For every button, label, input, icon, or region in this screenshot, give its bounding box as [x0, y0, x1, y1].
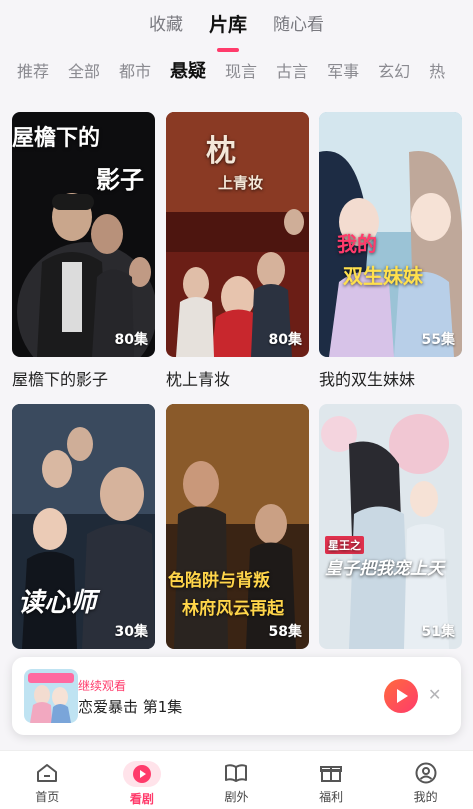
nav-watch[interactable]: 看剧 [95, 751, 190, 809]
genre-tab-suspense[interactable]: 悬疑 [170, 60, 206, 90]
poster-title-text: 皇子把我宠上天 [325, 559, 444, 579]
poster-title-text: 读心师 [18, 588, 97, 618]
genre-tab-military[interactable]: 军事 [327, 60, 359, 90]
drama-title[interactable]: 枕上青妆 [166, 366, 309, 390]
poster-title-text: 林府风云再起 [182, 599, 284, 619]
continue-watching-title[interactable]: 恋爱暴击 第1集 [78, 696, 182, 717]
book-icon [223, 761, 249, 785]
drama-poster[interactable]: 枕 上青妆 80集 [166, 112, 309, 357]
genre-tab-all[interactable]: 全部 [68, 60, 100, 90]
play-icon[interactable] [384, 679, 418, 713]
genre-tab-bar: 推荐 全部 都市 悬疑 现言 古言 军事 玄幻 热 [17, 60, 473, 90]
poster-title-text: 色陷阱与背叛 [168, 571, 270, 591]
poster-title-text: 我的 [337, 232, 377, 256]
drama-title[interactable]: 屋檐下的影子 [12, 366, 155, 390]
nav-profile[interactable]: 我的 [378, 751, 473, 809]
continue-watching-thumbnail[interactable] [24, 669, 78, 723]
episode-count-badge: 55集 [421, 332, 455, 348]
nav-rewards[interactable]: 福利 [284, 751, 379, 809]
episode-count-badge: 58集 [268, 624, 302, 640]
home-icon [34, 761, 60, 785]
user-icon [413, 761, 439, 785]
drama-card[interactable]: 屋檐下的 影子 80集 屋檐下的影子 [12, 112, 155, 390]
genre-tab-modern-romance[interactable]: 现言 [225, 60, 257, 90]
nav-label: 福利 [319, 790, 344, 804]
app-screen: 收藏 片库 随心看 推荐 全部 都市 悬疑 现言 古言 军事 玄幻 热 屋檐下的… [0, 0, 473, 809]
drama-poster[interactable]: 读心师 30集 [12, 404, 155, 649]
poster-title-text: 枕 [206, 134, 236, 169]
nav-label: 看剧 [129, 792, 154, 806]
continue-watching-banner[interactable]: 继续观看 恋爱暴击 第1集 ✕ [12, 657, 461, 735]
drama-card[interactable]: 枕 上青妆 80集 枕上青妆 [166, 112, 309, 390]
drama-card[interactable]: 读心师 30集 [12, 404, 155, 658]
poster-title-text: 双生妹妹 [343, 264, 423, 288]
bottom-navigation: 首页 看剧 剧外 福利 我的 [0, 750, 473, 809]
episode-count-badge: 51集 [421, 624, 455, 640]
genre-tab-recommended[interactable]: 推荐 [17, 60, 49, 90]
episode-count-badge: 80集 [268, 332, 302, 348]
drama-card[interactable]: 我的 双生妹妹 55集 我的双生妹妹 [319, 112, 462, 390]
poster-title-text: 影子 [96, 166, 144, 194]
close-icon[interactable]: ✕ [428, 685, 441, 705]
genre-tab-urban[interactable]: 都市 [119, 60, 151, 90]
drama-poster[interactable]: 屋檐下的 影子 80集 [12, 112, 155, 357]
tab-casual-watch[interactable]: 随心看 [273, 12, 324, 46]
episode-count-badge: 30集 [114, 624, 148, 640]
drama-poster[interactable]: 星王之 皇子把我宠上天 51集 [319, 404, 462, 649]
genre-tab-fantasy[interactable]: 玄幻 [378, 60, 410, 90]
episode-count-badge: 80集 [114, 332, 148, 348]
drama-poster[interactable]: 我的 双生妹妹 55集 [319, 112, 462, 357]
poster-tag: 星王之 [325, 536, 364, 554]
genre-tab-ancient-romance[interactable]: 古言 [276, 60, 308, 90]
gift-icon [318, 761, 344, 785]
drama-title[interactable]: 我的双生妹妹 [319, 366, 462, 390]
drama-poster[interactable]: 色陷阱与背叛 林府风云再起 58集 [166, 404, 309, 649]
genre-tab-hot[interactable]: 热 [429, 60, 445, 90]
nav-home[interactable]: 首页 [0, 751, 95, 809]
tab-favorites[interactable]: 收藏 [149, 12, 183, 46]
poster-title-text: 屋檐下的 [12, 126, 101, 151]
nav-extras[interactable]: 剧外 [189, 751, 284, 809]
nav-label: 首页 [35, 790, 60, 804]
play-icon [122, 761, 161, 787]
drama-card[interactable]: 星王之 皇子把我宠上天 51集 [319, 404, 462, 658]
continue-watching-label: 继续观看 [78, 679, 127, 693]
nav-label: 剧外 [224, 790, 249, 804]
poster-title-text: 上青妆 [218, 174, 264, 192]
drama-card[interactable]: 色陷阱与背叛 林府风云再起 58集 [166, 404, 309, 658]
nav-label: 我的 [413, 790, 438, 804]
top-tab-bar: 收藏 片库 随心看 [0, 12, 473, 52]
tab-library[interactable]: 片库 [209, 12, 247, 52]
